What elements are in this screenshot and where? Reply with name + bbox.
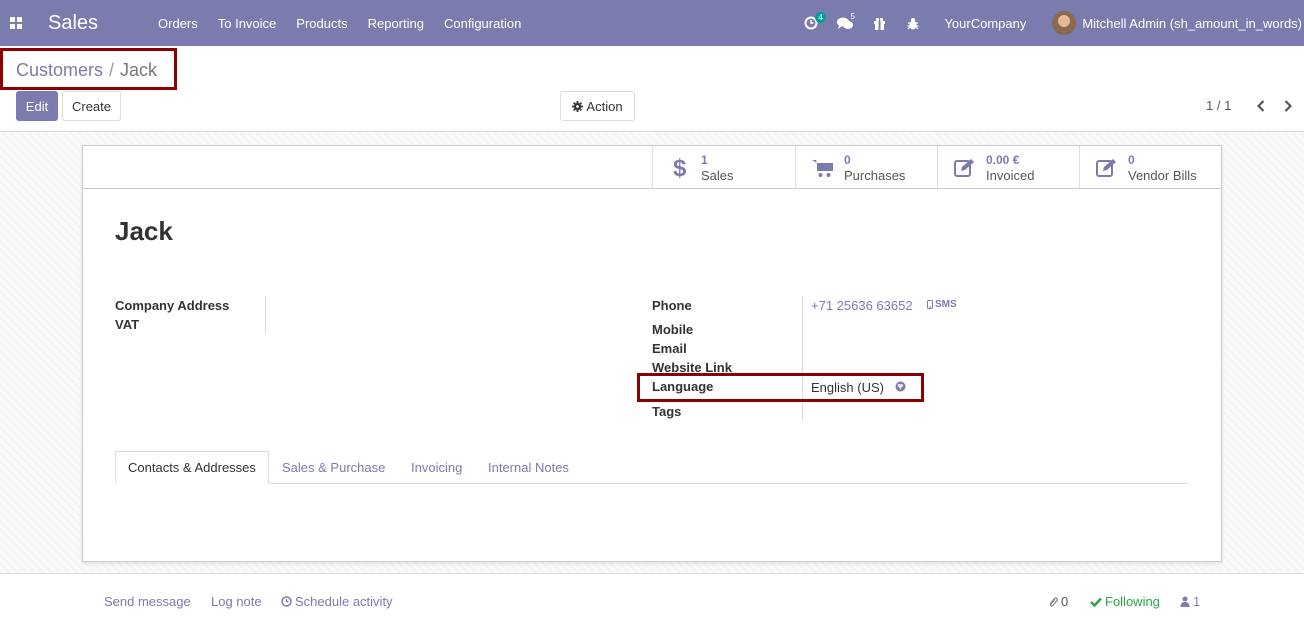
check-icon xyxy=(1090,597,1102,607)
following-button[interactable]: Following xyxy=(1090,594,1160,609)
paperclip-icon xyxy=(1049,596,1058,607)
tabs-baseline xyxy=(115,483,1189,484)
language-highlight-box xyxy=(637,373,924,402)
chevron-right-icon xyxy=(1284,100,1292,112)
tab-contacts-addresses[interactable]: Contacts & Addresses xyxy=(115,451,269,484)
schedule-activity-button[interactable]: Schedule activity xyxy=(281,594,393,609)
phone-value[interactable]: +71 25636 63652 xyxy=(811,298,913,313)
sms-label: SMS xyxy=(935,299,957,310)
tab-sales-purchase[interactable]: Sales & Purchase xyxy=(282,451,385,484)
user-menu[interactable]: Mitchell Admin (sh_amount_in_words) xyxy=(1052,11,1304,35)
email-label: Email xyxy=(652,341,687,356)
purchases-label: Purchases xyxy=(844,167,906,183)
phone-label: Phone xyxy=(652,298,692,313)
attachments-count: 0 xyxy=(1061,594,1069,609)
smart-button-sales[interactable]: $ 1 Sales xyxy=(652,146,795,189)
menu-products[interactable]: Products xyxy=(286,16,357,31)
menu-orders[interactable]: Orders xyxy=(148,16,208,31)
apps-menu-icon[interactable] xyxy=(0,0,32,46)
send-message-button[interactable]: Send message xyxy=(104,594,191,609)
activity-badge: 4 xyxy=(815,12,826,23)
vendor-bills-label: Vendor Bills xyxy=(1128,167,1197,183)
user-name: Mitchell Admin (sh_amount_in_words) xyxy=(1082,15,1302,31)
pencil-square-icon xyxy=(1090,158,1124,178)
cart-icon xyxy=(806,158,840,178)
pager-next-button[interactable] xyxy=(1275,92,1301,120)
svg-text:$: $ xyxy=(673,156,687,180)
purchases-count: 0 xyxy=(844,152,851,167)
systray: 4 5 YourCompany Mitchell Admin (sh_amoun… xyxy=(794,0,1304,46)
right-group-divider xyxy=(802,296,803,421)
sales-count: 1 xyxy=(701,152,708,167)
company-address-label: Company Address xyxy=(115,298,230,313)
invoiced-label: Invoiced xyxy=(986,167,1035,183)
menu-configuration[interactable]: Configuration xyxy=(434,16,531,31)
control-panel: Customers / Jack Edit Create Action 1 / 1 xyxy=(0,46,1304,132)
tags-label: Tags xyxy=(652,404,682,419)
attachments-button[interactable]: 0 xyxy=(1048,594,1068,609)
following-label: Following xyxy=(1105,594,1160,609)
log-note-button[interactable]: Log note xyxy=(211,594,262,609)
pager-value[interactable]: 1 / 1 xyxy=(1206,98,1231,113)
gear-icon xyxy=(572,100,584,112)
dollar-icon: $ xyxy=(663,156,697,180)
clock-icon xyxy=(281,596,292,607)
vat-label: VAT xyxy=(115,317,140,332)
action-label: Action xyxy=(586,98,623,114)
edit-button[interactable]: Edit xyxy=(16,91,58,121)
smart-button-invoiced[interactable]: 0.00 € Invoiced xyxy=(937,146,1080,189)
tab-internal-notes[interactable]: Internal Notes xyxy=(488,451,569,484)
followers-button[interactable]: 1 xyxy=(1180,594,1200,609)
user-icon xyxy=(1180,596,1190,607)
mobile-phone-icon xyxy=(927,300,933,309)
sms-button[interactable]: SMS xyxy=(927,299,957,310)
smart-button-vendor-bills[interactable]: 0 Vendor Bills xyxy=(1079,146,1221,189)
smart-button-purchases[interactable]: 0 Purchases xyxy=(795,146,938,189)
followers-count: 1 xyxy=(1193,594,1201,609)
mobile-label: Mobile xyxy=(652,322,694,337)
action-button[interactable]: Action xyxy=(560,91,635,121)
left-group-divider xyxy=(265,296,266,334)
pencil-square-icon xyxy=(948,158,982,178)
activity-icon[interactable]: 4 xyxy=(794,0,828,46)
tab-invoicing[interactable]: Invoicing xyxy=(411,451,462,484)
menu-to-invoice[interactable]: To Invoice xyxy=(208,16,287,31)
create-button[interactable]: Create xyxy=(62,91,121,121)
invoiced-amount: 0.00 € xyxy=(986,152,1020,167)
vendor-bills-count: 0 xyxy=(1128,152,1135,167)
app-title[interactable]: Sales xyxy=(48,12,148,35)
debug-bug-icon[interactable] xyxy=(896,0,930,46)
schedule-activity-label: Schedule activity xyxy=(295,594,393,609)
user-avatar xyxy=(1052,11,1077,35)
partner-name[interactable]: Jack xyxy=(115,216,173,247)
sales-label: Sales xyxy=(701,167,734,183)
pager-previous-button[interactable] xyxy=(1248,92,1274,120)
top-navbar: Sales Orders To Invoice Products Reporti… xyxy=(0,0,1304,46)
menu-reporting[interactable]: Reporting xyxy=(358,16,434,31)
messages-badge: 5 xyxy=(850,12,855,21)
chevron-left-icon xyxy=(1257,100,1265,112)
main-menu: Orders To Invoice Products Reporting Con… xyxy=(148,16,531,31)
gift-icon[interactable] xyxy=(862,0,896,46)
smart-buttons: $ 1 Sales 0 Purchases 0.00 € Invoiced 0 Vend… xyxy=(83,146,1221,189)
company-switcher[interactable]: YourCompany xyxy=(930,16,1052,31)
breadcrumb-highlight-box xyxy=(0,48,177,90)
messages-icon[interactable]: 5 xyxy=(828,0,862,46)
